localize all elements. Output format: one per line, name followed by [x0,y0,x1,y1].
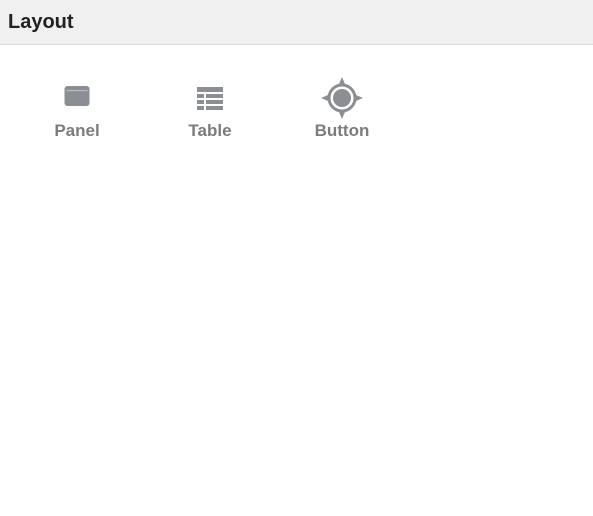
palette-item-panel[interactable]: Panel [32,75,122,145]
palette-item-label: Button [314,121,370,140]
palette-title: Layout [8,11,74,33]
palette-item-table[interactable]: Table [165,75,255,145]
palette-item-label: Panel [54,121,100,140]
layout-palette-window: Layout Panel Table Button [0,0,593,516]
palette-item-label: Table [188,121,232,140]
palette-item-button[interactable]: Button [297,75,387,145]
palette-body: Panel Table Button [0,45,593,516]
palette-header: Layout [0,0,593,45]
panel-icon [64,86,90,106]
table-icon [197,87,223,110]
button-target-icon [321,77,363,119]
